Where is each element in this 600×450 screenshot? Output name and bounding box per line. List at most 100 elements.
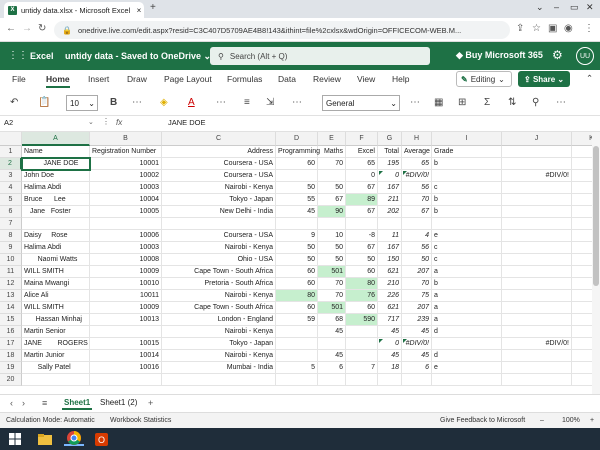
column-header-k[interactable]: K <box>572 132 592 146</box>
table-cell[interactable]: 10009 <box>90 302 162 314</box>
table-cell[interactable]: 0 <box>346 170 378 182</box>
table-cell[interactable] <box>502 218 572 230</box>
table-cell[interactable] <box>572 326 592 338</box>
table-cell[interactable]: 10008 <box>90 254 162 266</box>
column-header-b[interactable]: B <box>90 132 162 146</box>
row-header[interactable]: 4 <box>0 182 22 194</box>
table-cell[interactable]: 80 <box>346 278 378 290</box>
table-cell[interactable] <box>502 278 572 290</box>
minimize-icon[interactable]: – <box>554 2 559 12</box>
table-cell[interactable]: 10006 <box>90 230 162 242</box>
table-cell[interactable]: 10004 <box>90 194 162 206</box>
table-cell[interactable] <box>572 302 592 314</box>
row-header[interactable]: 5 <box>0 194 22 206</box>
table-cell[interactable]: 717 <box>378 314 402 326</box>
profile-icon[interactable]: ◉ <box>564 23 573 34</box>
row-header[interactable]: 19 <box>0 362 22 374</box>
table-cell[interactable] <box>572 350 592 362</box>
header-cell[interactable]: Average <box>402 146 432 158</box>
header-cell[interactable]: Registration Number <box>90 146 162 158</box>
table-cell[interactable] <box>502 362 572 374</box>
error-indicator-icon[interactable] <box>403 339 407 343</box>
chevron-up-icon[interactable]: ⌃ <box>586 73 593 84</box>
row-header[interactable]: 7 <box>0 218 22 230</box>
menu-dots-icon[interactable]: ⋮ <box>584 23 594 34</box>
header-cell[interactable]: Name <box>22 146 90 158</box>
table-cell[interactable]: 45 <box>378 326 402 338</box>
column-header-j[interactable]: J <box>502 132 572 146</box>
table-cell[interactable] <box>276 218 318 230</box>
table-cell[interactable]: 167 <box>378 182 402 194</box>
error-indicator-icon[interactable] <box>379 339 383 343</box>
table-cell[interactable]: JANE ROGERS <box>22 338 90 350</box>
table-cell[interactable]: a <box>432 290 502 302</box>
table-cell[interactable]: 67 <box>346 206 378 218</box>
table-cell[interactable]: 10003 <box>90 182 162 194</box>
table-cell[interactable]: 60 <box>346 302 378 314</box>
table-cell[interactable]: Ohio - USA <box>162 254 276 266</box>
table-cell[interactable]: 45 <box>276 206 318 218</box>
table-cell[interactable] <box>502 326 572 338</box>
row-header[interactable]: 11 <box>0 266 22 278</box>
table-cell[interactable] <box>90 326 162 338</box>
error-indicator-icon[interactable] <box>379 171 383 175</box>
table-cell[interactable]: 11 <box>378 230 402 242</box>
table-cell[interactable] <box>572 182 592 194</box>
header-cell[interactable]: Programming <box>276 146 320 158</box>
table-cell[interactable]: Bruce Lee <box>22 194 90 206</box>
row-header[interactable]: 15 <box>0 314 22 326</box>
table-cell[interactable] <box>502 290 572 302</box>
tab-file[interactable]: File <box>12 74 26 84</box>
table-cell[interactable] <box>572 374 592 386</box>
table-cell[interactable]: 56 <box>402 182 432 194</box>
table-cell[interactable] <box>318 218 346 230</box>
table-cell[interactable]: 89 <box>346 194 378 206</box>
table-cell[interactable]: 10 <box>318 230 346 242</box>
table-cell[interactable] <box>402 218 432 230</box>
table-cell[interactable] <box>502 230 572 242</box>
zoom-out-icon[interactable]: – <box>540 417 544 424</box>
table-cell[interactable] <box>502 242 572 254</box>
bookmark-star-icon[interactable]: ☆ <box>532 23 541 34</box>
table-cell[interactable] <box>572 170 592 182</box>
table-cell[interactable]: #DIV/0! <box>502 338 572 350</box>
tab-page-layout[interactable]: Page Layout <box>164 74 212 84</box>
table-cell[interactable]: New Delhi - India <box>162 206 276 218</box>
office-icon[interactable]: O <box>94 432 108 446</box>
table-cell[interactable]: 68 <box>318 314 346 326</box>
browser-tab[interactable]: X untidy data.xlsx - Microsoft Excel × <box>4 2 144 18</box>
wrap-text-icon[interactable]: ⇲ <box>266 97 274 108</box>
table-cell[interactable]: 70 <box>402 278 432 290</box>
table-cell[interactable] <box>502 158 572 170</box>
table-cell[interactable]: WILL SMITH <box>22 302 90 314</box>
table-cell[interactable]: d <box>432 350 502 362</box>
error-indicator-icon[interactable] <box>403 171 407 175</box>
table-cell[interactable]: 10013 <box>90 314 162 326</box>
table-cell[interactable]: 501 <box>318 266 346 278</box>
table-cell[interactable]: 207 <box>402 302 432 314</box>
column-header-d[interactable]: D <box>276 132 318 146</box>
windows-start-icon[interactable] <box>8 432 22 446</box>
maximize-icon[interactable]: ▭ <box>570 2 579 13</box>
table-cell[interactable]: Cape Town - South Africa <box>162 302 276 314</box>
header-cell[interactable]: Address <box>162 146 276 158</box>
insert-cells-icon[interactable]: ⊞ <box>458 97 466 108</box>
table-cell[interactable] <box>502 314 572 326</box>
add-sheet-button[interactable]: + <box>148 398 153 408</box>
sidebar-icon[interactable]: ▣ <box>548 23 557 34</box>
back-icon[interactable]: ← <box>6 23 16 34</box>
table-cell[interactable]: b <box>432 278 502 290</box>
more-icon[interactable]: ⋯ <box>410 97 420 108</box>
table-cell[interactable] <box>572 158 592 170</box>
column-header-i[interactable]: I <box>432 132 502 146</box>
chevron-down-icon[interactable]: ⌄ <box>88 118 94 126</box>
table-cell[interactable]: 50 <box>346 254 378 266</box>
table-cell[interactable]: 67 <box>402 206 432 218</box>
forward-icon[interactable]: → <box>22 23 32 34</box>
table-cell[interactable]: Pretoria - South Africa <box>162 278 276 290</box>
app-launcher-icon[interactable]: ⋮⋮ <box>8 50 28 61</box>
table-cell[interactable] <box>276 326 318 338</box>
table-cell[interactable]: 6 <box>318 362 346 374</box>
table-cell[interactable]: 10011 <box>90 290 162 302</box>
table-cell[interactable]: 150 <box>378 254 402 266</box>
